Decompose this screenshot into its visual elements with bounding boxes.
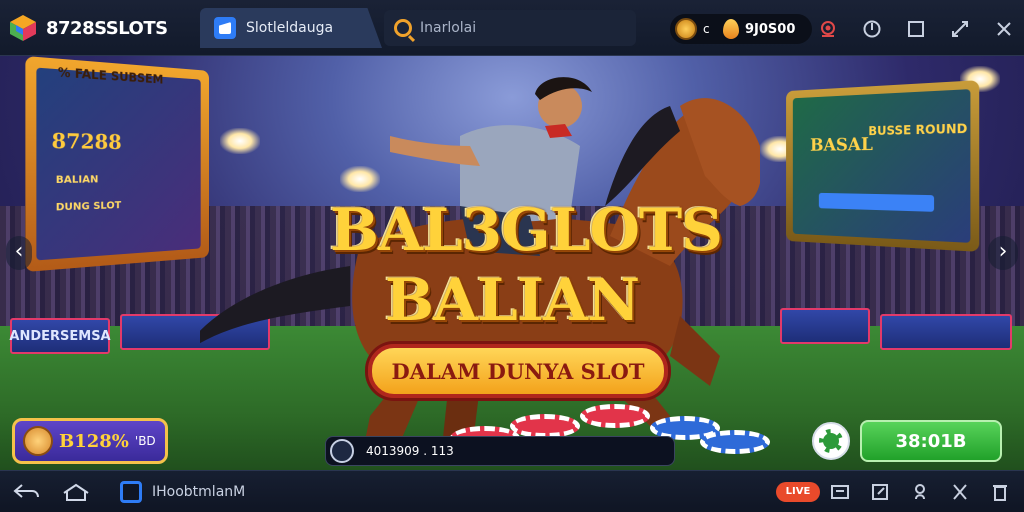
trash-icon[interactable] <box>990 482 1010 502</box>
close-icon[interactable] <box>994 19 1014 39</box>
home-icon[interactable] <box>62 483 90 501</box>
mascot-icon <box>23 426 53 456</box>
right-billboard: BUSSE ROUND BASAL <box>786 80 980 252</box>
window-icon[interactable] <box>906 19 926 39</box>
promo-button[interactable]: B128% 'BD <box>12 418 168 464</box>
right-billboard-subtitle: BUSSE ROUND <box>868 121 968 139</box>
app-logo[interactable]: 8728SSLOTS <box>8 10 168 46</box>
top-bar: 8728SSLOTS Slotleldauga Inarlolai c 9J0S… <box>0 0 1024 56</box>
ad-board <box>880 314 1012 350</box>
play-button[interactable]: 38:01B <box>860 420 1002 462</box>
right-billboard-bar <box>818 192 935 212</box>
right-billboard-title: BASAL <box>810 134 873 156</box>
flame-icon <box>723 19 739 39</box>
taskbar-app-label: IHoobtmlanM <box>152 484 246 500</box>
bottom-tools <box>830 482 1010 502</box>
tab-active[interactable]: Slotleldauga <box>200 8 382 48</box>
chip-button[interactable] <box>812 422 850 460</box>
app-name: 8728SSLOTS <box>46 17 168 39</box>
window-controls <box>818 18 1014 40</box>
power-icon[interactable] <box>862 19 882 39</box>
app-window-icon <box>120 481 142 503</box>
poker-chip-icon <box>819 429 843 453</box>
coin-icon <box>675 18 697 40</box>
title-line-1: BAL3GLOTS <box>330 196 723 264</box>
scissors-icon[interactable] <box>950 482 970 502</box>
title-ribbon: DALAM DUNYA SLOT <box>368 344 668 398</box>
clock-icon <box>330 439 354 463</box>
next-slide-button[interactable]: › <box>988 236 1018 270</box>
chip <box>510 414 580 438</box>
ad-board-left: ANDERSEMSA <box>9 318 111 354</box>
play-button-label: 38:01B <box>895 430 967 452</box>
left-billboard-line2: DUNG SLOT <box>55 200 122 214</box>
record-icon[interactable] <box>818 19 838 39</box>
back-icon[interactable] <box>12 482 40 502</box>
ribbon-text: DALAM DUNYA SLOT <box>391 358 645 384</box>
ad-board <box>780 308 870 344</box>
left-billboard-number: 87288 <box>51 127 122 154</box>
wallet-value: 9J0S00 <box>745 21 796 37</box>
prev-slide-button[interactable]: ‹ <box>6 236 32 270</box>
ticker-bar[interactable]: 4013909 . 113 <box>325 436 675 466</box>
screen-icon[interactable] <box>830 482 850 502</box>
promo-amount: B128% <box>59 430 129 452</box>
app-store-icon <box>214 17 236 39</box>
chip <box>700 430 770 454</box>
bottom-bar: IHoobtmlanM LIVE <box>0 470 1024 512</box>
taskbar-app[interactable]: IHoobtmlanM <box>120 481 245 503</box>
search-text: Inarlolai <box>420 20 477 36</box>
expand-icon[interactable] <box>870 482 890 502</box>
promo-title: BAL3GLOTS BALIAN SERU DALAM DUNYA SLOT <box>320 196 723 420</box>
fullscreen-icon[interactable] <box>950 19 970 39</box>
wallet-coin-label: c <box>703 22 710 36</box>
ticker-text: 4013909 . 113 <box>366 444 454 458</box>
left-billboard: % FALE SUBSEM 87288 BALIAN DUNG SLOT <box>25 56 209 273</box>
chip <box>580 404 650 428</box>
wallet-balance[interactable]: c 9J0S00 <box>670 14 812 44</box>
search-icon <box>394 19 412 37</box>
live-badge[interactable]: LIVE <box>776 482 820 502</box>
left-billboard-line1: BALIAN <box>55 174 99 187</box>
tab-label: Slotleldauga <box>246 20 334 36</box>
search-bar[interactable]: Inarlolai <box>384 10 636 46</box>
hero-banner[interactable]: ANDERSEMSA % FALE SUBSEM 87288 BALIAN DU… <box>0 56 1024 470</box>
app-window: 8728SSLOTS Slotleldauga Inarlolai c 9J0S… <box>0 0 1024 512</box>
left-billboard-header: % FALE SUBSEM <box>57 64 164 87</box>
promo-suffix: 'BD <box>134 434 156 448</box>
cube-logo-icon <box>10 15 36 41</box>
location-icon[interactable] <box>910 482 930 502</box>
